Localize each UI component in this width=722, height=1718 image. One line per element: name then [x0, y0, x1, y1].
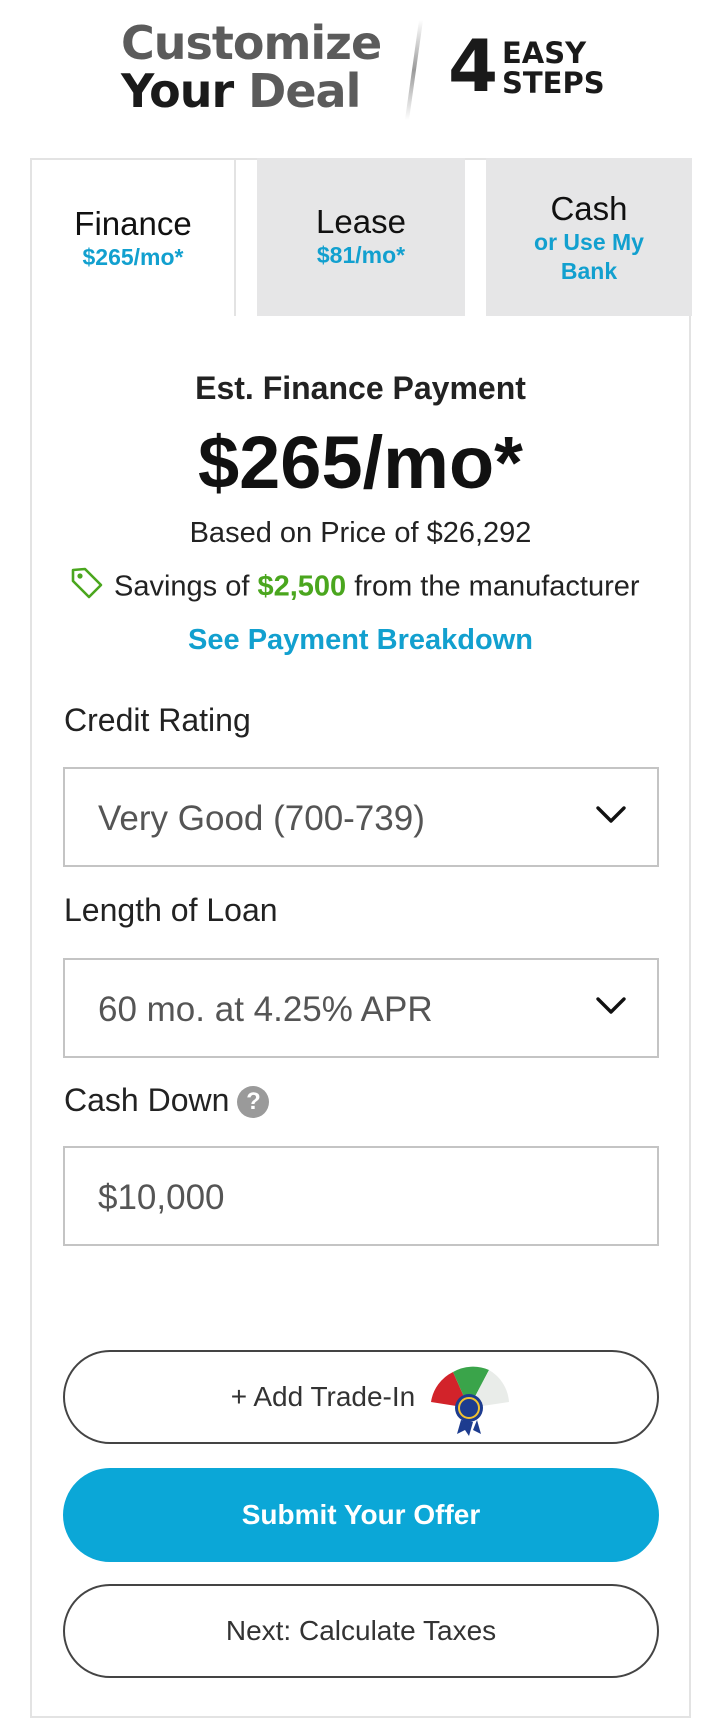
- logo-customize: Customize: [121, 16, 382, 70]
- cash-down-label-text: Cash Down: [64, 1082, 230, 1118]
- question-circle-icon[interactable]: ?: [237, 1086, 270, 1118]
- steps-easy: EASY: [502, 36, 587, 70]
- tab-finance-title: Finance: [74, 205, 192, 242]
- logo-divider: [404, 20, 424, 120]
- tab-cash-title: Cash: [550, 190, 628, 227]
- steps-steps: STEPS: [502, 66, 605, 100]
- tab-lease-subtitle: $81/mo*: [316, 242, 406, 268]
- logo-deal: Deal: [248, 64, 361, 118]
- payment-amount: $265/mo*: [198, 421, 523, 504]
- add-trade-in-label: + Add Trade-In: [230, 1381, 416, 1412]
- steps-number: 4: [448, 24, 499, 108]
- calculate-taxes-button[interactable]: Next: Calculate Taxes: [63, 1584, 659, 1678]
- credit-rating-value: Very Good (700-739): [98, 799, 425, 838]
- savings-line: Savings of $2,500 from the manufacturer: [70, 566, 690, 610]
- payment-breakdown-link[interactable]: See Payment Breakdown: [30, 620, 691, 660]
- savings-suffix: from the manufacturer: [354, 570, 640, 603]
- price-tag-icon: [70, 566, 104, 610]
- tab-cash[interactable]: Cash or Use My Bank: [486, 158, 692, 316]
- kelley-blue-book-icon: [421, 1362, 517, 1474]
- tab-lease-title: Lease: [316, 203, 406, 240]
- est-payment-label: Est. Finance Payment: [195, 370, 526, 406]
- based-on-price: Based on Price of $26,292: [189, 517, 532, 549]
- chevron-down-icon: [595, 996, 627, 1021]
- header: Customize Your Deal 4 EASY STEPS: [0, 0, 722, 150]
- submit-offer-button[interactable]: Submit Your Offer: [63, 1468, 659, 1562]
- add-trade-in-button[interactable]: + Add Trade-In: [63, 1350, 659, 1444]
- cash-down-label: Cash Down?: [64, 1080, 270, 1120]
- credit-rating-label: Credit Rating: [64, 702, 251, 738]
- savings-amount: $2,500: [257, 570, 347, 603]
- tab-cash-subtitle: or Use My Bank: [534, 229, 644, 284]
- logo-your: Your: [121, 64, 234, 118]
- savings-prefix: Savings of: [114, 570, 250, 603]
- cash-down-value: $10,000: [98, 1178, 225, 1217]
- logo-your-deal: Your Deal: [121, 64, 361, 118]
- loan-length-label: Length of Loan: [64, 892, 278, 928]
- chevron-down-icon: [595, 805, 627, 830]
- loan-length-select[interactable]: 60 mo. at 4.25% APR: [63, 958, 659, 1058]
- credit-rating-select[interactable]: Very Good (700-739): [63, 767, 659, 867]
- cash-down-input[interactable]: $10,000: [63, 1146, 659, 1246]
- tab-finance[interactable]: Finance $265/mo*: [30, 158, 236, 316]
- tab-finance-subtitle: $265/mo*: [82, 244, 184, 270]
- loan-length-value: 60 mo. at 4.25% APR: [98, 990, 433, 1029]
- tab-lease[interactable]: Lease $81/mo*: [257, 158, 465, 316]
